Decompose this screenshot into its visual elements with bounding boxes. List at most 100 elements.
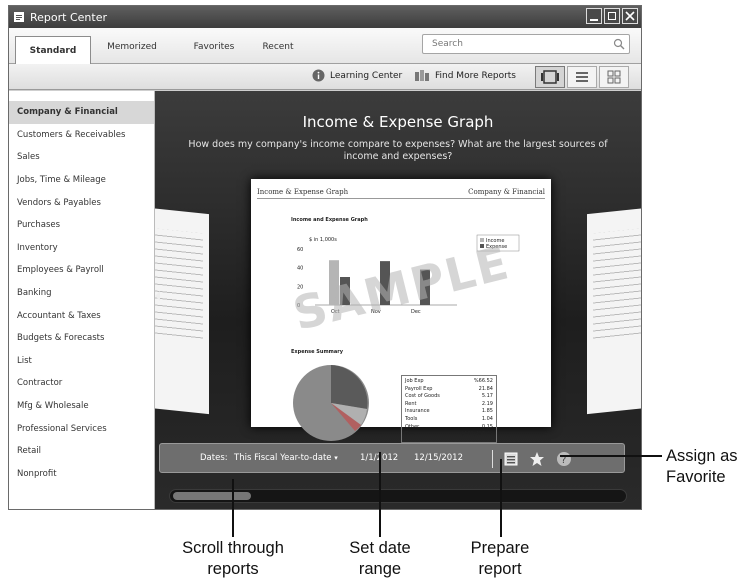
carousel-view-button[interactable] xyxy=(535,66,565,88)
find-more-reports-link[interactable]: Find More Reports xyxy=(414,69,516,82)
minimize-button[interactable] xyxy=(586,8,602,24)
annotation-favorite-line1: Assign as xyxy=(666,447,738,465)
grid-view-icon xyxy=(607,70,621,84)
annotation-prepare-line2: report xyxy=(478,560,522,578)
tab-row: Standard Memorized Favorites Recent Sear… xyxy=(9,28,641,64)
preview-header-category: Company & Financial xyxy=(468,187,545,196)
carousel-left-arrow-icon[interactable] xyxy=(155,291,160,301)
scroll-leader-line xyxy=(232,479,234,537)
dates-range-dropdown[interactable]: This Fiscal Year-to-date ▾ xyxy=(234,453,338,463)
expense-row-value: 2.19 xyxy=(481,400,493,407)
expense-row: Insurance 1.85 xyxy=(405,408,493,416)
expense-row-value: 1.85 xyxy=(481,408,493,415)
search-placeholder: Search xyxy=(432,39,463,49)
expense-row-label: Cost of Goods xyxy=(405,393,440,400)
learning-center-link[interactable]: Learning Center xyxy=(312,69,402,82)
report-description: How does my company's income compare to … xyxy=(188,139,608,162)
expense-row-label: Payroll Exp xyxy=(405,385,433,392)
expense-row-value: %66.52 xyxy=(473,378,493,384)
maximize-button[interactable] xyxy=(604,8,620,24)
window-title: Report Center xyxy=(30,10,107,24)
learning-center-label: Learning Center xyxy=(330,70,403,81)
expense-row-value: 1.04 xyxy=(481,415,493,422)
expense-row: Total $109,487.19 xyxy=(405,431,493,439)
list-view-button[interactable] xyxy=(567,66,597,88)
annotation-scroll: Scroll through reports xyxy=(158,538,308,580)
report-scrollbar[interactable] xyxy=(169,489,627,503)
sidebar-item[interactable]: Contractor xyxy=(9,372,154,395)
close-button[interactable] xyxy=(622,8,638,24)
annotation-scroll-line1: Scroll through xyxy=(182,539,284,557)
annotation-prepare: Prepare report xyxy=(450,538,550,580)
date-leader-line xyxy=(379,452,381,537)
run-report-icon[interactable] xyxy=(504,452,518,466)
report-preview-card[interactable]: Income & Expense Graph Company & Financi… xyxy=(251,179,551,443)
sidebar-item[interactable]: Accountant & Taxes xyxy=(9,304,154,327)
sidebar-item[interactable]: Sales xyxy=(9,146,154,169)
sidebar-item[interactable]: Jobs, Time & Mileage xyxy=(9,169,154,192)
report-icon xyxy=(14,12,24,22)
sidebar-item[interactable]: Nonprofit xyxy=(9,463,154,486)
close-icon xyxy=(625,11,635,21)
y-axis-unit-label: $ in 1,000s xyxy=(309,237,337,243)
find-more-reports-label: Find More Reports xyxy=(435,70,516,81)
dropdown-arrow-icon: ▾ xyxy=(334,454,338,462)
expense-row: Cost of Goods 5.17 xyxy=(405,393,493,401)
tab-favorites[interactable]: Favorites xyxy=(179,36,249,58)
expense-row-value: 0.15 xyxy=(481,423,493,430)
expense-row-label: Rent xyxy=(405,400,417,407)
annotation-favorite: Assign as Favorite xyxy=(666,446,754,488)
sidebar-item[interactable]: Mfg & Wholesale xyxy=(9,395,154,418)
expense-row: Rent 2.19 xyxy=(405,401,493,409)
tab-memorized[interactable]: Memorized xyxy=(95,36,169,58)
carousel-view-icon xyxy=(541,70,559,84)
help-icon[interactable]: ? xyxy=(556,451,572,467)
annotation-date-range: Set date range xyxy=(330,538,430,580)
sidebar-item[interactable]: List xyxy=(9,350,154,373)
sidebar-item[interactable]: Inventory xyxy=(9,237,154,260)
grid-view-button[interactable] xyxy=(599,66,629,88)
expense-summary-table: Job Exp %66.52 Payroll Exp 21.84 Cost of Goo… xyxy=(401,375,497,443)
expense-row: Other 0.15 xyxy=(405,424,493,432)
tab-recent[interactable]: Recent xyxy=(253,36,303,58)
sidebar-item[interactable]: Customers & Receivables xyxy=(9,124,154,147)
report-category-sidebar: Company & Financial Customers & Receivabl… xyxy=(9,91,155,509)
favorite-leader-line xyxy=(560,455,662,457)
expense-row: Payroll Exp 21.84 xyxy=(405,386,493,394)
expense-row-label: Total xyxy=(405,431,417,438)
to-date-field[interactable]: 12/15/2012 xyxy=(414,453,463,463)
sidebar-item[interactable]: Employees & Payroll xyxy=(9,259,154,282)
expense-row-label: Job Exp xyxy=(405,378,424,384)
expense-row-label: Other xyxy=(405,423,420,430)
report-title: Income & Expense Graph xyxy=(302,113,494,131)
sidebar-item[interactable]: Banking xyxy=(9,282,154,305)
dates-label: Dates: xyxy=(200,453,228,463)
y-tick-label: 60 xyxy=(297,247,303,253)
scrollbar-thumb[interactable] xyxy=(173,492,251,500)
sidebar-item[interactable]: Budgets & Forecasts xyxy=(9,327,154,350)
category-list: Company & Financial Customers & Receivabl… xyxy=(9,101,154,485)
sidebar-item[interactable]: Retail xyxy=(9,440,154,463)
search-input[interactable]: Search xyxy=(422,34,630,54)
expense-row: Tools 1.04 xyxy=(405,416,493,424)
expense-row-value: 5.17 xyxy=(481,393,493,400)
sidebar-item[interactable]: Vendors & Payables xyxy=(9,191,154,214)
favorite-star-icon[interactable] xyxy=(529,451,545,467)
annotation-scroll-line2: reports xyxy=(207,560,259,578)
annotation-favorite-line2: Favorite xyxy=(666,468,726,486)
prepare-leader-line xyxy=(500,459,502,537)
expense-row-value: 21.84 xyxy=(478,385,493,392)
dates-range-value: This Fiscal Year-to-date xyxy=(234,453,332,463)
sidebar-item[interactable]: Purchases xyxy=(9,214,154,237)
y-tick-label: 40 xyxy=(297,266,303,272)
search-icon xyxy=(613,38,625,50)
previous-report-card[interactable] xyxy=(155,207,209,415)
title-bar: Report Center xyxy=(9,6,641,28)
report-center-window: Report Center Standard Memorized Favorit… xyxy=(8,5,642,510)
expense-row: Job Exp %66.52 xyxy=(405,378,493,386)
next-report-card[interactable] xyxy=(587,207,641,415)
sidebar-item[interactable]: Professional Services xyxy=(9,417,154,440)
tab-standard[interactable]: Standard xyxy=(15,36,91,64)
sidebar-item[interactable]: Company & Financial xyxy=(9,101,154,124)
expense-row-label: Insurance xyxy=(405,408,430,415)
